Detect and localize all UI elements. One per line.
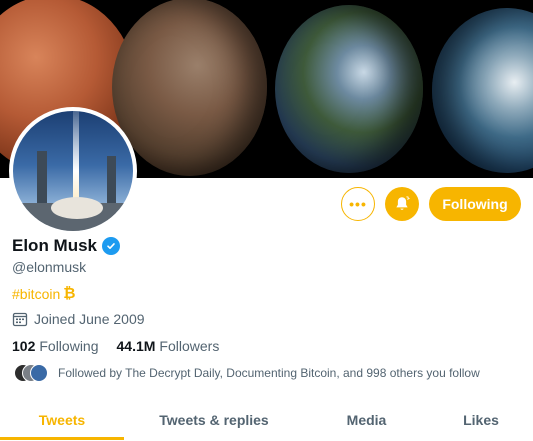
profile-name: Elon Musk	[12, 236, 98, 255]
following-button[interactable]: Following	[429, 187, 521, 221]
launch-smoke	[51, 197, 103, 219]
joined-text: Joined June 2009	[34, 311, 145, 327]
avatar	[30, 364, 48, 382]
profile-avatar[interactable]	[9, 107, 137, 235]
tab-media[interactable]: Media	[304, 398, 429, 441]
notifications-button[interactable]	[385, 187, 419, 221]
calendar-icon	[12, 312, 28, 327]
followed-by-text: Followed by The Decrypt Daily, Documenti…	[58, 366, 480, 380]
tab-tweets[interactable]: Tweets	[0, 398, 124, 441]
bitcoin-symbol: ₿	[63, 285, 76, 302]
joined-date: Joined June 2009	[12, 311, 145, 327]
followers-stat[interactable]: 44.1M Followers	[117, 338, 220, 354]
following-label: Following	[39, 338, 99, 354]
following-count: 102	[12, 338, 36, 354]
verified-badge-icon	[102, 237, 121, 255]
tab-likes[interactable]: Likes	[429, 398, 533, 441]
profile-tabs: Tweets Tweets & replies Media Likes	[0, 398, 533, 441]
followers-count: 44.1M	[116, 338, 156, 354]
profile-bio: #bitcoin ₿	[12, 285, 76, 302]
rocket-launch-beam	[73, 111, 79, 211]
planet-mars-terraforming-image	[112, 0, 267, 176]
bell-icon	[396, 196, 410, 210]
following-stat[interactable]: 102 Following	[12, 338, 99, 354]
planet-terraformed-image	[275, 5, 423, 173]
followers-label: Followers	[159, 338, 220, 354]
followed-by-row[interactable]: Followed by The Decrypt Daily, Documenti…	[14, 364, 480, 382]
planet-earthlike-image	[432, 8, 533, 173]
profile-name-row: Elon Musk	[12, 236, 121, 256]
profile-stats: 102 Following 44.1M Followers	[12, 338, 237, 354]
bitcoin-hashtag-link[interactable]: #bitcoin	[12, 286, 60, 302]
more-options-button[interactable]: •••	[341, 187, 375, 221]
more-dots-icon: •••	[349, 196, 367, 212]
profile-handle: @elonmusk	[12, 259, 87, 275]
tab-tweets-replies[interactable]: Tweets & replies	[124, 398, 304, 441]
followed-by-avatars	[14, 364, 48, 382]
